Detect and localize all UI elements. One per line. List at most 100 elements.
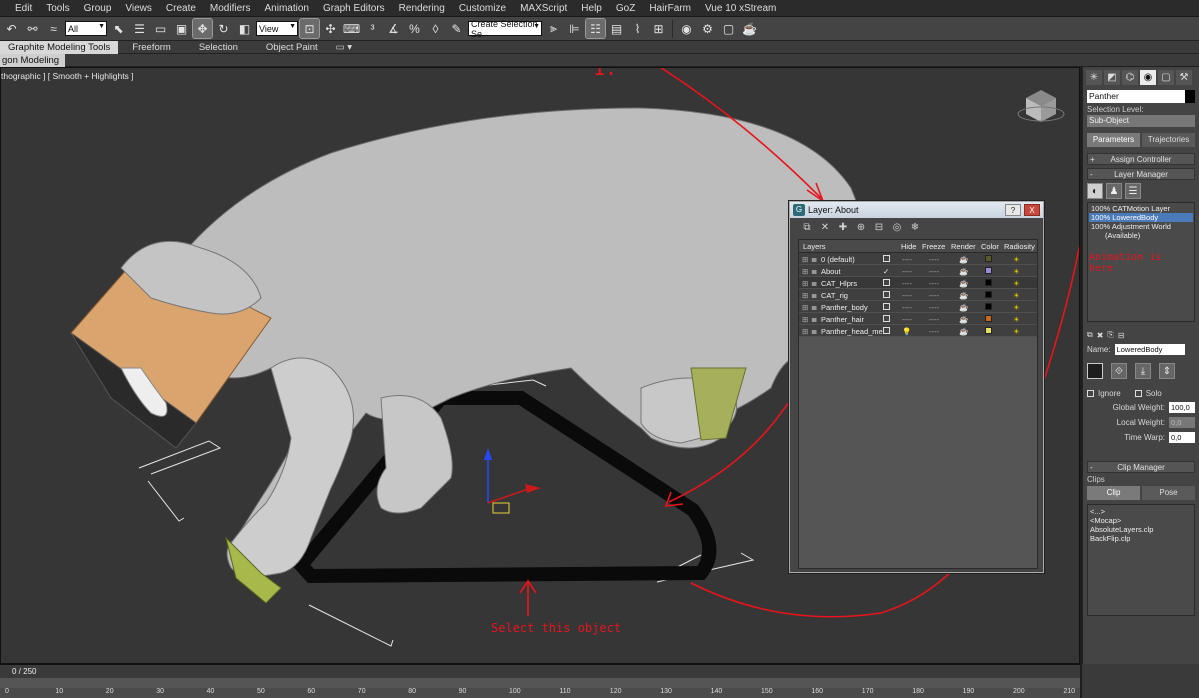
render-teapot-icon[interactable]: ☕ [959, 267, 968, 276]
layer-name[interactable]: About [821, 267, 841, 276]
clip-item[interactable]: BackFlip.clp [1090, 534, 1192, 543]
active-layer-checkbox[interactable] [883, 315, 890, 324]
col-hide[interactable]: Hide [901, 242, 916, 251]
render-teapot-icon[interactable]: ☕ [740, 19, 759, 38]
parameters-button[interactable]: Parameters [1087, 133, 1140, 147]
freeze-toggle[interactable]: ---- [929, 255, 939, 264]
radiosity-icon[interactable]: ☀ [1013, 255, 1020, 264]
hide-toggle[interactable]: ---- [902, 291, 912, 300]
freeze-toggle[interactable]: ---- [929, 291, 939, 300]
rendered-frame-icon[interactable]: ▢ [719, 19, 738, 38]
col-layers[interactable]: Layers [803, 242, 826, 251]
angle-snap-icon[interactable]: ∡ [384, 19, 403, 38]
layer-name[interactable]: Panther_body [821, 303, 868, 312]
col-render[interactable]: Render [951, 242, 976, 251]
clip-item[interactable]: AbsoluteLayers.clp [1090, 525, 1192, 534]
expand-icon[interactable]: ⊞ [802, 327, 808, 336]
menu-tools[interactable]: Tools [39, 3, 76, 14]
snaps-icon[interactable]: ³ [363, 19, 382, 38]
create-layer-icon[interactable]: ⧉ [800, 221, 814, 234]
window-crossing-icon[interactable]: ▣ [172, 19, 191, 38]
expand-icon[interactable]: ⊞ [802, 267, 808, 276]
collapse-layer-icon[interactable]: ⊟ [1118, 331, 1125, 340]
menu-modifiers[interactable]: Modifiers [203, 3, 258, 14]
menu-views[interactable]: Views [118, 3, 159, 14]
render-teapot-icon[interactable]: ☕ [959, 315, 968, 324]
hide-toggle[interactable]: ---- [902, 267, 912, 276]
layer-manager-icon[interactable]: ☷ [585, 18, 606, 39]
layer-dialog[interactable]: G Layer: About ? X ⧉ ✕ ✚ ⊕ ⊟ ◎ ❄ Layers … [789, 201, 1044, 573]
layer-color-swatch[interactable] [985, 267, 992, 276]
local-weight-input[interactable]: 0,0 [1169, 417, 1195, 428]
layer-color-swatch[interactable] [985, 255, 992, 264]
undo-icon[interactable]: ↶ [2, 19, 21, 38]
display-tab-icon[interactable]: ▢ [1158, 70, 1174, 85]
delete-layer-icon[interactable]: ✕ [818, 221, 832, 234]
solo-checkbox[interactable] [1134, 390, 1142, 397]
menu-hairfarm[interactable]: HairFarm [642, 3, 698, 14]
ribbon-options-icon[interactable]: ▭ ▾ [332, 41, 356, 54]
layer-row[interactable]: ⊞ ≣ About ✓ ---- ---- ☕ ☀ [799, 265, 1037, 277]
clip-item[interactable]: <...> [1090, 507, 1192, 516]
pivot-center-icon[interactable]: ⊡ [299, 18, 320, 39]
curve-editor-icon[interactable]: ⌇ [628, 19, 647, 38]
material-editor-icon[interactable]: ◉ [677, 19, 696, 38]
active-layer-checkbox[interactable] [883, 279, 890, 288]
layer-item-selected[interactable]: 100% LoweredBody [1089, 213, 1193, 222]
modify-tab-icon[interactable]: ◩ [1104, 70, 1120, 85]
radiosity-icon[interactable]: ☀ [1013, 291, 1020, 300]
time-slider[interactable] [0, 678, 1080, 688]
menu-edit[interactable]: Edit [8, 3, 39, 14]
col-radiosity[interactable]: Radiosity [1004, 242, 1035, 251]
copy-layer-icon[interactable]: ⧉ [1087, 330, 1093, 340]
time-ruler[interactable]: 0 10 20 30 40 50 60 70 80 90 100 110 120 130 140 150 160… [0, 688, 1080, 698]
hide-toggle[interactable]: ---- [902, 315, 912, 324]
create-tab-icon[interactable]: ✳ [1086, 70, 1102, 85]
time-warp-input[interactable]: 0,0 [1169, 432, 1195, 443]
hide-toggle[interactable]: ---- [902, 255, 912, 264]
selection-level-field[interactable]: Sub-Object [1087, 115, 1195, 127]
select-manipulate-icon[interactable]: ✣ [321, 19, 340, 38]
freeze-toggle[interactable]: ---- [929, 267, 939, 276]
col-freeze[interactable]: Freeze [922, 242, 945, 251]
menu-vue-10-xstream[interactable]: Vue 10 xStream [698, 3, 783, 14]
col-color[interactable]: Color [981, 242, 999, 251]
utilities-tab-icon[interactable]: ⚒ [1176, 70, 1192, 85]
expand-icon[interactable]: ⊞ [802, 279, 808, 288]
clip-tab[interactable]: Clip [1087, 486, 1140, 500]
layer-row[interactable]: ⊞ ≣ CAT_rig ---- ---- ☕ ☀ [799, 289, 1037, 301]
trajectories-button[interactable]: Trajectories [1142, 133, 1195, 147]
freeze-all-icon[interactable]: ❄ [908, 221, 922, 234]
layer-item[interactable]: 100% Adjustment World [1089, 222, 1193, 231]
graphite-toggle-icon[interactable]: ▤ [607, 19, 626, 38]
render-teapot-icon[interactable]: ☕ [959, 255, 968, 264]
menu-graph-editors[interactable]: Graph Editors [316, 3, 392, 14]
layer-manager-rollout[interactable]: - Layer Manager [1087, 168, 1195, 180]
menu-create[interactable]: Create [159, 3, 203, 14]
expand-icon[interactable]: ⊞ [802, 291, 808, 300]
named-selection-set-input[interactable]: Create Selection Se ▼ [468, 19, 542, 39]
clip-item[interactable]: <Mocap> [1090, 516, 1192, 525]
layer-list-icon[interactable]: ☰ [1125, 183, 1141, 199]
layer-name[interactable]: Panther_head_mes [821, 327, 886, 336]
layer-row[interactable]: ⊞ ≣ Panther_hair ---- ---- ☕ ☀ [799, 313, 1037, 325]
tab-graphite-modeling-tools[interactable]: Graphite Modeling Tools [0, 40, 119, 54]
collapse-icon[interactable]: ⟐ [1111, 363, 1127, 379]
layer-color-swatch[interactable] [985, 279, 992, 288]
polygon-modeling-tab[interactable]: gon Modeling [0, 54, 66, 67]
pose-tab[interactable]: Pose [1142, 486, 1195, 500]
tab-freeform[interactable]: Freeform [118, 41, 185, 54]
layer-color-swatch[interactable] [985, 315, 992, 324]
active-layer-checkbox[interactable]: ✓ [883, 267, 889, 276]
layer-row[interactable]: ⊞ ≣ Panther_head_mes 💡 ---- ☕ ☀ [799, 325, 1037, 337]
menu-help[interactable]: Help [574, 3, 609, 14]
ignore-checkbox[interactable] [1087, 390, 1094, 397]
freeze-toggle[interactable]: ---- [929, 315, 939, 324]
layer-color-swatch[interactable] [985, 303, 992, 312]
active-layer-checkbox[interactable] [883, 255, 890, 264]
mirror-icon[interactable]: ⫸ [544, 19, 563, 38]
layer-row[interactable]: ⊞ ≣ 0 (default) ---- ---- ☕ ☀ [799, 253, 1037, 265]
close-button[interactable]: X [1024, 204, 1040, 216]
hide-toggle[interactable]: 💡 [902, 327, 911, 336]
rotate-icon[interactable]: ↻ [214, 19, 233, 38]
